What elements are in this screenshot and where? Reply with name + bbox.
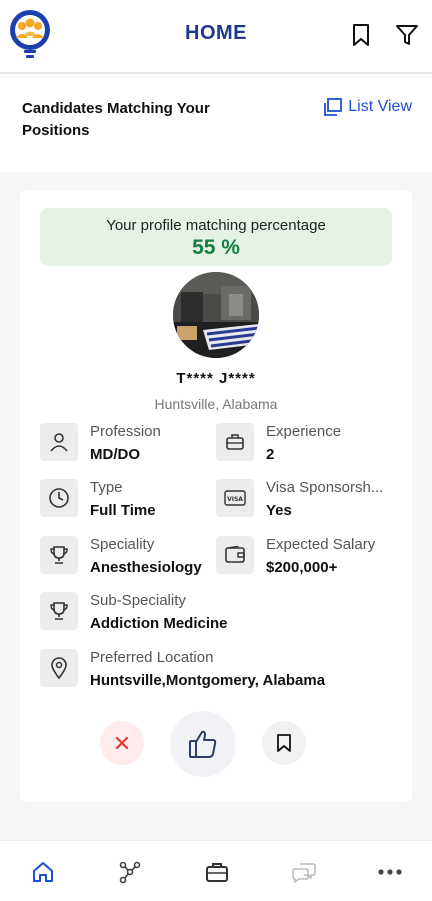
speciality-value: Anesthesiology [90, 559, 202, 576]
experience-label: Experience [266, 423, 342, 440]
sub-speciality-label: Sub-Speciality [90, 592, 186, 609]
type-field: Type Full Time [40, 479, 210, 525]
salary-icon-box [216, 536, 254, 574]
filter-icon [396, 25, 418, 45]
experience-value: 2 [266, 446, 275, 463]
type-icon-box [40, 479, 78, 517]
section-header: Candidates Matching Your Positions List … [0, 74, 432, 172]
bottom-navigation [0, 840, 432, 901]
match-percentage-value: 55 % [192, 236, 240, 259]
trophy-icon [50, 602, 68, 620]
salary-label: Expected Salary [266, 536, 376, 553]
more-icon [378, 869, 402, 875]
speciality-label: Speciality [90, 536, 155, 553]
nav-network[interactable] [116, 859, 144, 885]
bookmark-icon [277, 734, 291, 752]
reject-button[interactable] [100, 721, 144, 765]
top-app-bar: HOME [0, 0, 432, 74]
nav-messages[interactable] [290, 859, 318, 885]
clock-icon [49, 488, 69, 508]
chat-icon [292, 863, 316, 883]
visa-label: Visa Sponsorsh... [266, 479, 384, 496]
thumbs-up-icon [189, 730, 217, 758]
visa-value: Yes [266, 502, 292, 519]
salary-value: $200,000+ [266, 559, 338, 576]
nav-more[interactable] [376, 859, 404, 885]
close-icon [115, 736, 129, 750]
candidate-card: Your profile matching percentage 55 % T*… [20, 190, 412, 802]
sub-speciality-icon-box [40, 592, 78, 630]
visa-icon-box: VISA [216, 479, 254, 517]
type-label: Type [90, 479, 123, 496]
bookmark-icon [353, 24, 369, 46]
speciality-icon-box [40, 536, 78, 574]
type-value: Full Time [90, 502, 156, 519]
briefcase-icon [206, 863, 228, 882]
bookmark-button[interactable] [348, 22, 374, 48]
experience-field: Experience 2 [216, 423, 392, 469]
salary-field: Expected Salary $200,000+ [216, 536, 392, 582]
match-percentage-label: Your profile matching percentage [106, 217, 326, 234]
preferred-location-field: Preferred Location Huntsville,Montgomery… [40, 649, 392, 695]
section-title: Candidates Matching Your Positions [22, 100, 210, 139]
candidate-name: T**** J**** [176, 370, 256, 387]
user-icon [50, 433, 68, 452]
profession-value: MD/DO [90, 446, 140, 463]
card-actions [20, 705, 412, 777]
list-view-icon [324, 98, 343, 116]
sub-speciality-value: Addiction Medicine [90, 615, 228, 632]
preferred-location-label: Preferred Location [90, 649, 214, 666]
profession-icon-box [40, 423, 78, 461]
wallet-icon [225, 546, 245, 563]
list-view-label: List View [348, 98, 412, 115]
match-percentage-box: Your profile matching percentage 55 % [40, 208, 392, 266]
like-button[interactable] [170, 711, 236, 777]
experience-icon-box [216, 423, 254, 461]
speciality-field: Speciality Anesthesiology [40, 536, 214, 582]
nav-jobs[interactable] [203, 859, 231, 885]
candidate-location: Huntsville, Alabama [154, 396, 278, 412]
preferred-location-icon-box [40, 649, 78, 687]
sub-speciality-field: Sub-Speciality Addiction Medicine [40, 592, 392, 638]
home-icon [33, 862, 53, 882]
trophy-icon [50, 546, 68, 564]
network-icon [119, 861, 141, 884]
profession-field: Profession MD/DO [40, 423, 210, 469]
visa-field: VISA Visa Sponsorsh... Yes [216, 479, 392, 525]
nav-home[interactable] [29, 859, 57, 885]
preferred-location-value: Huntsville,Montgomery, Alabama [90, 672, 326, 689]
visa-card-icon: VISA [224, 490, 246, 506]
profession-label: Profession [90, 423, 161, 440]
candidate-avatar [173, 272, 259, 358]
svg-text:VISA: VISA [227, 496, 243, 503]
list-view-button[interactable]: List View [324, 98, 412, 116]
location-pin-icon [51, 657, 67, 679]
save-candidate-button[interactable] [262, 721, 306, 765]
briefcase-icon [226, 434, 244, 450]
filter-button[interactable] [394, 22, 420, 48]
